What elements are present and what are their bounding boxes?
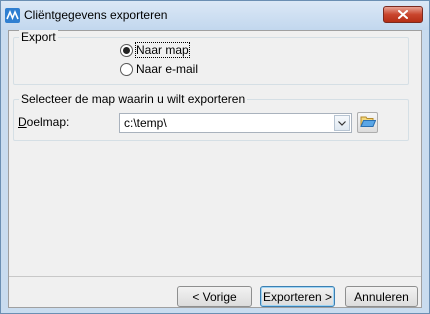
dialog-body: Export Naar map Naar e-mail Selecteer de… (8, 30, 422, 308)
radio-naar-email[interactable]: Naar e-mail (120, 62, 198, 76)
radio-naar-email-label: Naar e-mail (136, 62, 199, 76)
doelmap-combobox[interactable]: c:\temp\ (119, 113, 352, 133)
folder-group: Selecteer de map waarin u wilt exportere… (13, 92, 409, 141)
folder-group-legend: Selecteer de map waarin u wilt exportere… (19, 92, 248, 106)
export-group-legend: Export (19, 30, 58, 44)
close-button[interactable] (383, 6, 423, 23)
export-button[interactable]: Exporteren > (260, 286, 335, 307)
chevron-down-icon[interactable] (334, 115, 350, 131)
radio-button-unselected[interactable] (120, 62, 133, 76)
export-group: Export Naar map Naar e-mail (13, 30, 409, 85)
radio-button-selected[interactable] (120, 43, 133, 57)
dialog-window: Cliëntgegevens exporteren Export Naar ma… (0, 0, 430, 314)
previous-button[interactable]: < Vorige (177, 286, 252, 307)
radio-naar-map-label: Naar map (135, 42, 190, 58)
doelmap-value: c:\temp\ (124, 116, 167, 130)
doelmap-accesskey: D (18, 115, 27, 129)
doelmap-label-text: oelmap: (26, 115, 70, 129)
radio-naar-map[interactable]: Naar map (120, 42, 190, 58)
cancel-button[interactable]: Annuleren (345, 286, 418, 307)
app-wave-icon (5, 8, 20, 23)
title-bar[interactable]: Cliëntgegevens exporteren (1, 1, 429, 30)
doelmap-label: Doelmap: (18, 115, 69, 129)
close-icon (398, 10, 408, 19)
button-separator (9, 276, 421, 277)
window-title: Cliëntgegevens exporteren (24, 8, 168, 22)
browse-folder-button[interactable] (357, 112, 378, 133)
folder-open-icon (359, 115, 376, 131)
